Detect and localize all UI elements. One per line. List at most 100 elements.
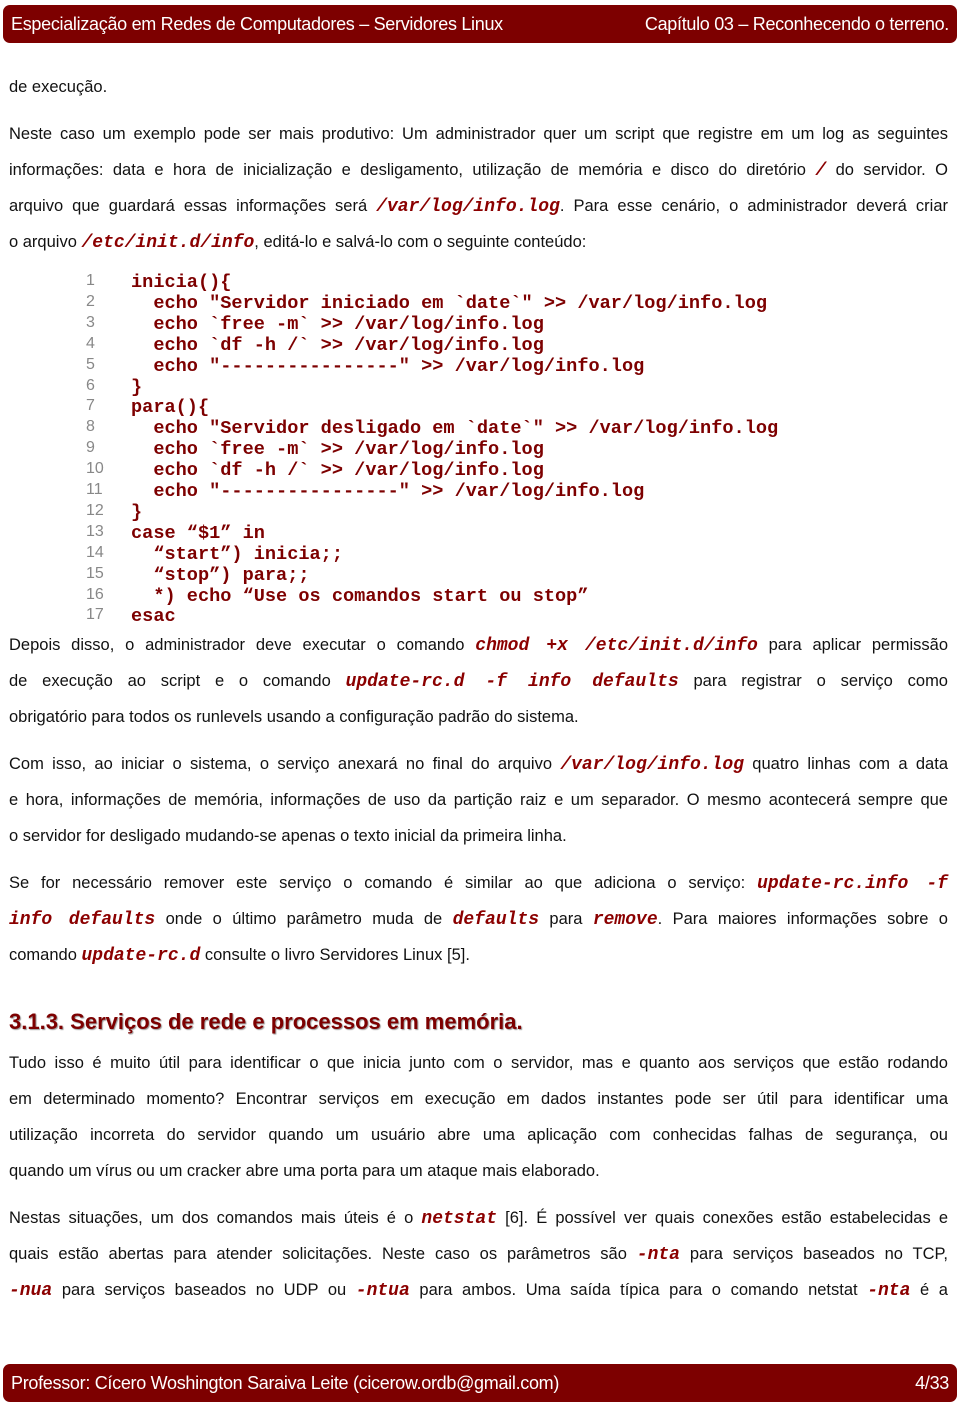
chapter-title: Capítulo 03 – Reconhecendo o terreno. (644, 13, 949, 34)
line-number: 9 (86, 439, 95, 457)
line-number: 4 (86, 334, 95, 352)
paragraph-line: Depois disso, o administrador deve execu… (9, 635, 948, 656)
paragraph-line: e hora, informações de memória, informaç… (9, 790, 948, 810)
paragraph-line: -nua para serviços baseados no UDP ou -n… (9, 1280, 948, 1301)
line-number: 12 (86, 501, 104, 519)
text: Se for necessário remover este serviço o… (9, 874, 758, 892)
code-text: echo "----------------" >> /var/log/info… (131, 481, 645, 502)
paragraph-line: de execução. (9, 77, 948, 97)
text: para serviços baseados no UDP ou (52, 1281, 356, 1299)
code-text: } (131, 376, 143, 398)
inline-code: / (815, 161, 827, 181)
paragraph-line: em determinado momento? Encontrar serviç… (9, 1089, 948, 1109)
text: Neste caso um exemplo pode ser mais prod… (9, 125, 948, 143)
paragraph-line: informações: data e hora de inicializaçã… (9, 160, 948, 181)
section-heading: 3.1.3. Serviços de rede e processos em m… (9, 1009, 523, 1034)
line-number: 1 (86, 272, 95, 289)
inline-code: defaults (452, 910, 540, 930)
code-text: } (131, 501, 143, 523)
line-number: 16 (86, 585, 104, 603)
text: consulte o livro Servidores Linux [5]. (200, 946, 470, 964)
paragraph-line: Se for necessário remover este serviço o… (9, 873, 948, 894)
inline-code: update-rc.info -f (757, 874, 948, 894)
inline-code: -nta (867, 1281, 911, 1301)
paragraph-line: utilização incorreta do servidor quando … (9, 1125, 948, 1145)
text: para (539, 910, 593, 928)
document-title: Especialização em Redes de Computadores … (11, 13, 503, 34)
code-text: echo "Servidor desligado em `date`" >> /… (131, 418, 779, 440)
code-text: “start”) inicia;; (131, 543, 344, 565)
text: utilização incorreta do servidor quando … (9, 1126, 948, 1144)
line-number: 17 (86, 606, 104, 624)
text: quatro linhas com a data (743, 755, 948, 773)
inline-code: update-rc.d -f info defaults (345, 672, 679, 692)
inline-code: -nta (636, 1245, 680, 1265)
line-number: 8 (86, 418, 95, 436)
text: Tudo isso é muito útil para identificar … (9, 1054, 948, 1072)
code-text: case “$1” in (131, 522, 265, 544)
paragraph-line: info defaults onde o último parâmetro mu… (9, 909, 948, 930)
code-text: “stop”) para;; (131, 564, 310, 586)
text: . Para maiores informações sobre o (657, 910, 948, 928)
paragraph-line: arquivo que guardará essas informações s… (9, 196, 948, 217)
text: onde o último parâmetro muda de (155, 910, 453, 928)
inline-code: update-rc.d (81, 946, 201, 966)
inline-code: /var/log/info.log (376, 197, 560, 217)
text: para serviços baseados no TCP, (680, 1245, 948, 1263)
text: [6]. É possível ver quais conexões estão… (497, 1209, 948, 1227)
text: arquivo que guardará essas informações s… (9, 197, 377, 215)
text: de execução. (9, 78, 108, 96)
text: para registrar o serviço como (678, 672, 948, 690)
line-number: 5 (86, 355, 95, 373)
paragraph-line: Com isso, ao iniciar o sistema, o serviç… (9, 754, 948, 775)
code-text: esac (131, 606, 176, 628)
line-number: 6 (86, 376, 95, 394)
page-number: 4/33 (915, 1372, 949, 1393)
text: para ambos. Uma saída típica para o coma… (409, 1281, 868, 1299)
line-number: 3 (86, 313, 95, 331)
text: de execução ao script e o comando (9, 672, 346, 690)
code-text: echo "----------------" >> /var/log/info… (131, 355, 645, 377)
inline-code: netstat (421, 1209, 498, 1229)
text: informações: data e hora de inicializaçã… (9, 161, 816, 179)
code-text: echo `free -m` >> /var/log/info.log (131, 439, 544, 461)
page-header: Especialização em Redes de Computadores … (3, 5, 957, 43)
code-text: echo `df -h /` >> /var/log/info.log (131, 334, 544, 356)
line-number: 13 (86, 522, 104, 540)
text: obrigatório para todos os runlevels usan… (9, 708, 579, 726)
line-number: 10 (86, 460, 104, 478)
paragraph-line: o arquivo /etc/init.d/info, editá-lo e s… (9, 232, 948, 253)
text: Nestas situações, um dos comandos mais ú… (9, 1209, 422, 1227)
inline-code: -nua (9, 1281, 53, 1301)
text: . Para esse cenário, o administrador dev… (559, 197, 948, 215)
author-credit: Professor: Cícero Woshington Saraiva Lei… (11, 1372, 560, 1393)
text: o servidor for desligado mudando-se apen… (9, 827, 567, 845)
paragraph-line: obrigatório para todos os runlevels usan… (9, 707, 948, 727)
inline-code: -ntua (355, 1281, 410, 1301)
text: quais estão abertas para atender solicit… (9, 1245, 637, 1263)
inline-code: chmod +x /etc/init.d/info (475, 636, 758, 656)
page-footer: Professor: Cícero Woshington Saraiva Lei… (3, 1364, 957, 1402)
text: Com isso, ao iniciar o sistema, o serviç… (9, 755, 561, 773)
inline-code: /etc/init.d/info (81, 233, 255, 253)
code-text: inicia(){ (131, 272, 232, 293)
inline-code: /var/log/info.log (560, 755, 744, 775)
code-text: *) echo “Use os comandos start ou stop” (131, 585, 589, 607)
line-number: 7 (86, 397, 95, 415)
text: Depois disso, o administrador deve execu… (9, 636, 476, 654)
paragraph-line: Neste caso um exemplo pode ser mais prod… (9, 124, 948, 144)
paragraph-line: quando um vírus ou um cracker abre uma p… (9, 1161, 948, 1181)
code-text: echo "Servidor iniciado em `date`" >> /v… (131, 292, 768, 314)
inline-code: remove (592, 910, 658, 930)
text: é a (910, 1281, 948, 1299)
paragraph-line: quais estão abertas para atender solicit… (9, 1244, 948, 1265)
code-text: echo `free -m` >> /var/log/info.log (131, 313, 544, 335)
paragraph-line: Tudo isso é muito útil para identificar … (9, 1053, 948, 1073)
text: do servidor. O (826, 161, 948, 179)
code-text: para(){ (131, 397, 210, 419)
text: , editá-lo e salvá-lo com o seguinte con… (254, 233, 587, 251)
line-number: 15 (86, 564, 104, 582)
text: em determinado momento? Encontrar serviç… (9, 1090, 948, 1108)
code-text: echo `df -h /` >> /var/log/info.log (131, 460, 544, 482)
text: comando (9, 946, 82, 964)
